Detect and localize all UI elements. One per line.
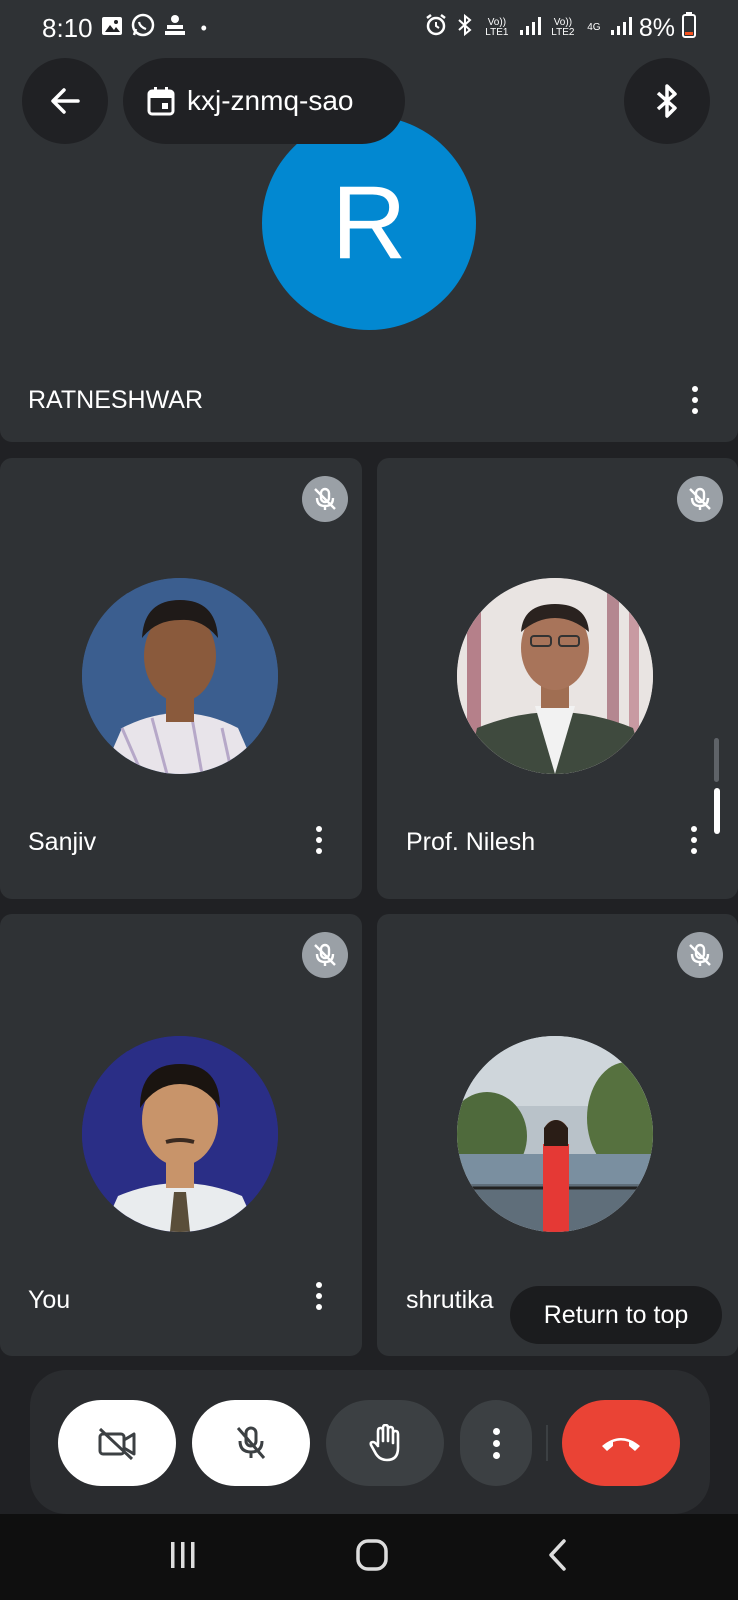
- return-to-top-button[interactable]: Return to top: [510, 1286, 722, 1344]
- bluetooth-icon: [455, 13, 475, 44]
- sim1-label: Vo)) LTE1: [485, 17, 509, 38]
- sim2-label: Vo)) LTE2: [551, 17, 575, 38]
- more-dot: [316, 1282, 322, 1288]
- back-nav-icon: [548, 1538, 566, 1571]
- more-dot: [692, 408, 698, 414]
- call-controls-bar: [30, 1370, 710, 1514]
- more-dot: [316, 848, 322, 854]
- avatar-letter: R: [331, 164, 407, 281]
- app-icon: [163, 13, 187, 44]
- mic-off-icon: [689, 487, 711, 510]
- scrollbar-track: [714, 738, 719, 782]
- mic-off-icon: [689, 943, 711, 966]
- mic-off-icon: [236, 1426, 266, 1459]
- avatar: [82, 578, 278, 774]
- end-call-icon: [602, 1438, 640, 1451]
- more-dot: [316, 1304, 322, 1310]
- avatar: [457, 1036, 653, 1232]
- battery-percent: 8%: [638, 13, 675, 42]
- system-nav-bar: [0, 1514, 738, 1600]
- more-options-button[interactable]: [304, 820, 334, 860]
- more-dot: [492, 1439, 500, 1447]
- participant-name: Sanjiv: [28, 828, 97, 856]
- muted-badge: [677, 932, 723, 978]
- audio-output-button[interactable]: [624, 58, 710, 144]
- network-label: 4G: [587, 22, 601, 33]
- back-button[interactable]: [22, 58, 108, 144]
- more-options-button[interactable]: [304, 1276, 334, 1316]
- status-left: 8:10 •: [42, 13, 207, 44]
- home-icon: [356, 1538, 388, 1571]
- alarm-icon: [424, 13, 448, 44]
- more-dot: [691, 826, 697, 832]
- calendar-icon: [147, 87, 175, 116]
- battery-icon: [682, 11, 696, 45]
- gallery-icon: [101, 13, 123, 44]
- muted-badge: [677, 476, 723, 522]
- meeting-info-button[interactable]: kxj-znmq-sao: [123, 58, 405, 144]
- camera-off-icon: [98, 1427, 136, 1460]
- participant-name: You: [28, 1286, 71, 1314]
- more-options-button[interactable]: [460, 1400, 532, 1486]
- more-dot: [691, 848, 697, 854]
- mic-off-icon: [314, 487, 336, 510]
- more-dot: [692, 386, 698, 392]
- participant-name: Prof. Nilesh: [406, 828, 536, 856]
- avatar: [457, 578, 653, 774]
- more-dot: [316, 826, 322, 832]
- divider: [546, 1425, 548, 1461]
- raise-hand-button[interactable]: [326, 1400, 444, 1486]
- status-right: Vo)) LTE1 Vo)) LTE2 4G 8%: [424, 11, 696, 45]
- status-bar: 8:10 • Vo)) LTE1 Vo)) LTE2 4G 8%: [0, 0, 738, 56]
- meeting-code: kxj-znmq-sao: [187, 85, 354, 116]
- signal-icon-2: [610, 16, 632, 41]
- end-call-button[interactable]: [562, 1400, 680, 1486]
- raise-hand-icon: [369, 1424, 400, 1462]
- more-dot: [316, 837, 322, 843]
- avatar-initial: R: [262, 116, 476, 330]
- more-options-button[interactable]: [679, 820, 709, 860]
- participant-tile-sanjiv[interactable]: Sanjiv: [0, 458, 362, 899]
- more-dot: [492, 1451, 500, 1459]
- more-dot: [492, 1427, 500, 1435]
- dot-icon: •: [200, 17, 207, 38]
- recent-apps-button[interactable]: [168, 1540, 198, 1575]
- recent-apps-icon: [171, 1541, 195, 1568]
- camera-toggle-button[interactable]: [58, 1400, 176, 1486]
- avatar: [82, 1036, 278, 1232]
- more-dot: [692, 397, 698, 403]
- muted-badge: [302, 476, 348, 522]
- bluetooth-audio-icon: [656, 84, 677, 118]
- back-nav-button[interactable]: [546, 1538, 570, 1577]
- scrollbar-thumb[interactable]: [714, 788, 720, 834]
- home-button[interactable]: [355, 1538, 389, 1577]
- participant-name: RATNESHWAR: [28, 386, 203, 414]
- participant-tile-nilesh[interactable]: Prof. Nilesh: [377, 458, 738, 899]
- more-dot: [691, 837, 697, 843]
- muted-badge: [302, 932, 348, 978]
- mic-toggle-button[interactable]: [192, 1400, 310, 1486]
- more-dot: [316, 1293, 322, 1299]
- status-time: 8:10: [42, 12, 93, 43]
- mic-off-icon: [314, 943, 336, 966]
- participant-tile-you[interactable]: You: [0, 914, 362, 1356]
- participant-name: shrutika: [406, 1286, 494, 1314]
- more-options-button[interactable]: [680, 380, 710, 420]
- arrow-back-icon: [51, 88, 80, 114]
- signal-icon: [519, 16, 541, 41]
- whatsapp-icon: [131, 13, 155, 44]
